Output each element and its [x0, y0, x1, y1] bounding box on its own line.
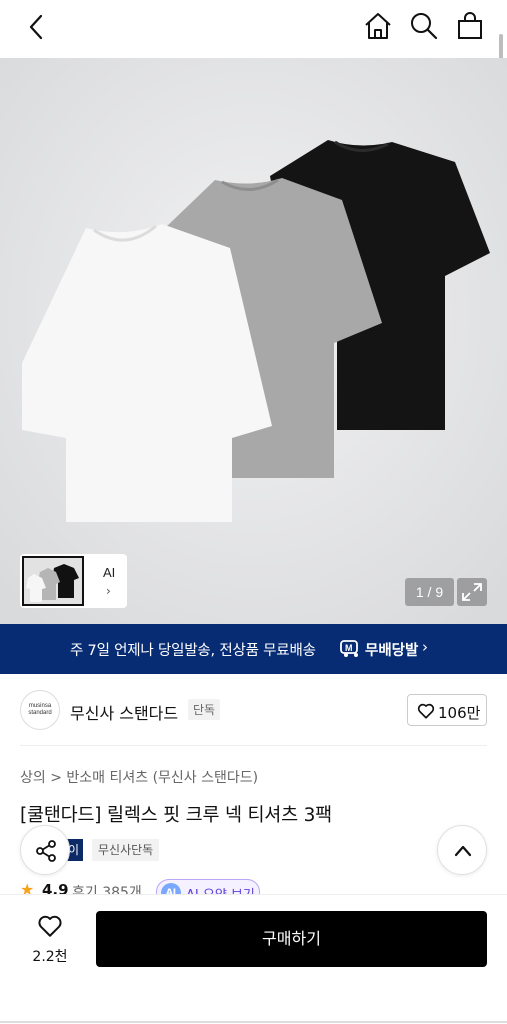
product-image: [0, 58, 507, 624]
share-icon: [36, 840, 56, 862]
free-delivery-badge: 무배당발: [365, 643, 419, 659]
share-button[interactable]: [20, 825, 70, 875]
brand-like-button[interactable]: 106만: [407, 694, 487, 726]
top-navigation-bar: [0, 0, 507, 80]
wishlist-button[interactable]: 2.2천: [20, 913, 80, 973]
svg-text:M: M: [345, 643, 353, 653]
ai-label: AI: [103, 565, 116, 580]
ai-thumbnail-card[interactable]: AI ›: [20, 554, 127, 608]
home-indicator: [0, 1021, 507, 1023]
truck-badge-icon: M: [340, 640, 358, 657]
heart-icon: [417, 703, 435, 719]
product-title: [쿨탠다드] 릴렉스 핏 크루 넥 티셔츠 3팩: [20, 805, 332, 826]
wishlist-count: 2.2천: [32, 949, 68, 965]
chevron-right-icon: ›: [422, 638, 428, 656]
image-pager: 1 / 9: [405, 578, 454, 606]
brand-logo[interactable]: musinsa standard: [20, 690, 60, 730]
shopping-bag-icon[interactable]: [454, 10, 486, 42]
brand-name[interactable]: 무신사 스탠다드: [70, 700, 178, 724]
chevron-up-icon: [454, 845, 472, 857]
search-icon[interactable]: [408, 10, 440, 42]
divider: [20, 745, 487, 746]
scroll-to-top-button[interactable]: [437, 825, 487, 875]
delivery-banner[interactable]: 주 7일 언제나 당일발송, 전상품 무료배송 M 무배당발 ›: [0, 624, 507, 674]
brand-row: musinsa standard 무신사 스탠다드 단독 106만: [0, 674, 507, 746]
home-icon[interactable]: [362, 10, 394, 42]
product-image-gallery[interactable]: [0, 58, 507, 624]
heart-icon: [38, 915, 62, 937]
chevron-left-icon[interactable]: [22, 12, 52, 42]
buy-button[interactable]: 구매하기: [96, 911, 487, 967]
delivery-banner-text: 주 7일 언제나 당일발송, 전상품 무료배송: [70, 643, 316, 659]
expand-icon[interactable]: [457, 578, 487, 606]
purchase-bar: 2.2천 구매하기: [0, 894, 507, 1024]
product-tag-exclusive: 무신사단독: [92, 839, 160, 861]
exclusive-tag: 단독: [188, 699, 221, 720]
thumbnail-image: [22, 556, 84, 606]
breadcrumb[interactable]: 상의 > 반소매 티셔츠 (무신사 스탠다드): [20, 767, 258, 787]
like-count: 106만: [438, 704, 481, 722]
chevron-right-icon: ›: [106, 584, 111, 598]
